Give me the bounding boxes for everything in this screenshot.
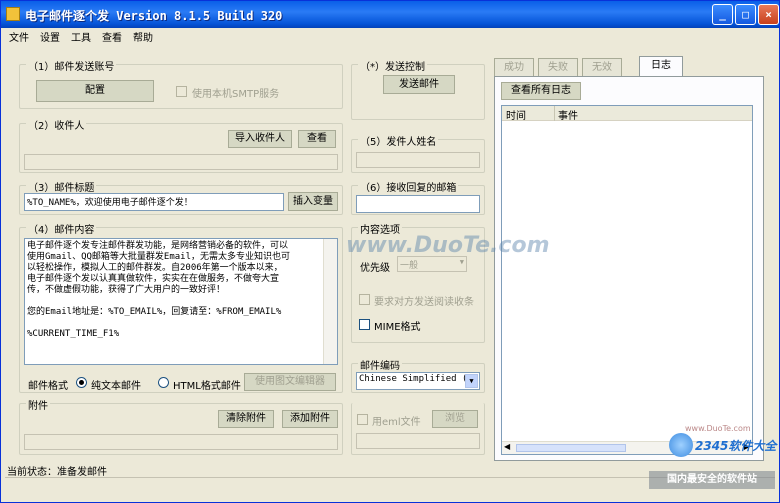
sender-name-legend: （5）发件人姓名 xyxy=(358,133,439,148)
insert-variable-button[interactable]: 插入变量 xyxy=(288,192,338,211)
close-button[interactable]: × xyxy=(758,4,779,25)
sender-name-group: （5）发件人姓名 xyxy=(351,133,485,173)
content-line xyxy=(27,296,321,307)
config-button[interactable]: 配置 xyxy=(36,80,154,102)
column-event[interactable]: 事件 xyxy=(558,107,578,122)
import-recipients-button[interactable]: 导入收件人 xyxy=(228,130,292,148)
use-local-smtp-label: 使用本机SMTP服务 xyxy=(192,89,280,100)
subject-legend: （3）邮件标题 xyxy=(26,179,97,194)
use-eml-label: 用eml文件 xyxy=(372,417,421,428)
subject-group: （3）邮件标题 %TO_NAME%，欢迎使用电子邮件逐个发！ 插入变量 xyxy=(19,179,343,215)
menu-view[interactable]: 查看 xyxy=(102,29,122,44)
menu-file[interactable]: 文件 xyxy=(9,29,29,44)
menu-settings[interactable]: 设置 xyxy=(40,29,60,44)
sender-name-input[interactable] xyxy=(356,152,480,168)
sender-account-group: （1）邮件发送账号 配置 使用本机SMTP服务 xyxy=(19,58,343,109)
content-line xyxy=(27,318,321,329)
watermark-center: www.DuoTe.com xyxy=(346,233,550,258)
content-line: 电子邮件逐个发以认真真做软件，实实在在做服务，不做夸大宣 xyxy=(27,274,280,284)
content-line: %CURRENT_TIME_F1% xyxy=(27,329,120,339)
log-list[interactable]: 时间 事件 ◀ ▶ xyxy=(501,105,753,455)
reply-to-legend: （6）接收回复的邮箱 xyxy=(358,179,459,194)
tab-success[interactable]: 成功 xyxy=(494,58,534,76)
app-icon xyxy=(6,7,20,21)
view-recipients-button[interactable]: 查看 xyxy=(298,130,336,148)
title-bar[interactable]: 电子邮件逐个发 Version 8.1.5 Build 320 _ □ × xyxy=(1,1,779,28)
tab-invalid[interactable]: 无效 xyxy=(582,58,622,76)
content-legend: （4）邮件内容 xyxy=(26,221,97,236)
attachments-field[interactable] xyxy=(24,434,338,450)
scroll-thumb[interactable] xyxy=(516,444,626,452)
encoding-group: 邮件编码 Chinese Simplified (G ▼ xyxy=(351,357,485,393)
recipients-legend: （2）收件人 xyxy=(26,117,87,132)
view-all-logs-button[interactable]: 查看所有日志 xyxy=(501,82,581,100)
priority-select[interactable]: 一般 ▼ xyxy=(397,256,467,272)
window-title: 电子邮件逐个发 Version 8.1.5 Build 320 xyxy=(25,9,283,23)
main-window: 电子邮件逐个发 Version 8.1.5 Build 320 _ □ × 文件… xyxy=(0,0,780,503)
watermark-brand: 2345软件大全 xyxy=(695,439,777,453)
recipients-field[interactable] xyxy=(24,154,338,170)
brand-logo-icon xyxy=(669,433,693,457)
plain-text-label: 纯文本邮件 xyxy=(91,381,141,392)
menu-help[interactable]: 帮助 xyxy=(133,29,153,44)
chevron-down-icon: ▼ xyxy=(459,258,464,266)
content-line: 电子邮件逐个发专注邮件群发功能，是网络营销必备的软件，可以 xyxy=(27,241,289,251)
encoding-select[interactable]: Chinese Simplified (G ▼ xyxy=(356,372,480,390)
content-line: 您的Email地址是：%TO_EMAIL%，回复请至：%FROM_EMAIL% xyxy=(27,307,282,317)
html-format-label: HTML格式邮件 xyxy=(173,381,241,392)
content-scrollbar[interactable] xyxy=(323,239,337,364)
sender-account-legend: （1）邮件发送账号 xyxy=(26,58,117,73)
mime-checkbox[interactable] xyxy=(359,319,370,330)
reply-to-group: （6）接收回复的邮箱 xyxy=(351,179,485,215)
scroll-left-icon[interactable]: ◀ xyxy=(504,442,510,451)
content-line: 使用Gmail、QQ邮箱等大批量群发Email，无需太多专业知识也可 xyxy=(27,252,291,262)
subject-input[interactable]: %TO_NAME%，欢迎使用电子邮件逐个发！ xyxy=(24,193,284,211)
encoding-value: Chinese Simplified (G xyxy=(359,374,473,384)
priority-value: 一般 xyxy=(400,261,419,271)
format-label: 邮件格式 xyxy=(28,381,68,392)
browse-button[interactable]: 浏览 xyxy=(432,410,478,428)
status-text: 当前状态：准备发邮件 xyxy=(7,467,107,478)
log-panel: 查看所有日志 时间 事件 ◀ ▶ xyxy=(494,76,764,461)
content-editor[interactable]: 电子邮件逐个发专注邮件群发功能，是网络营销必备的软件，可以 使用Gmail、QQ… xyxy=(24,238,338,365)
clear-attachments-button[interactable]: 清除附件 xyxy=(218,410,274,428)
attachments-group: 附件 清除附件 添加附件 xyxy=(19,397,343,455)
content-group: （4）邮件内容 电子邮件逐个发专注邮件群发功能，是网络营销必备的软件，可以 使用… xyxy=(19,221,343,393)
read-receipt-checkbox[interactable] xyxy=(359,294,370,305)
eml-path-field[interactable] xyxy=(356,433,480,449)
read-receipt-label: 要求对方发送阅读收条 xyxy=(374,297,474,308)
reply-to-input[interactable] xyxy=(356,195,480,213)
content-line: 传，不做虚假功能，获得了广大用户的一致好评！ xyxy=(27,285,226,295)
priority-label: 优先级 xyxy=(360,263,390,274)
attachments-legend: 附件 xyxy=(26,397,50,412)
content-line: 以轻松操作，模拟人工的邮件群发。自2006年第一个版本以来， xyxy=(27,263,283,273)
watermark-small: www.DuoTe.com xyxy=(685,424,751,433)
eml-group: 用eml文件 浏览 xyxy=(351,403,485,455)
watermark-slogan: 国内最安全的软件站 xyxy=(649,471,775,489)
send-control-group: （*）发送控制 发送邮件 xyxy=(351,58,485,120)
use-local-smtp-checkbox[interactable] xyxy=(176,86,187,97)
send-control-legend: （*）发送控制 xyxy=(358,58,427,73)
column-divider xyxy=(554,106,555,121)
log-list-header: 时间 事件 xyxy=(502,106,752,122)
plain-text-radio[interactable] xyxy=(76,377,87,388)
html-format-radio[interactable] xyxy=(158,377,169,388)
image-editor-button[interactable]: 使用图文编辑器 xyxy=(244,373,336,391)
menu-tools[interactable]: 工具 xyxy=(71,29,91,44)
recipients-group: （2）收件人 导入收件人 查看 xyxy=(19,117,343,173)
minimize-button[interactable]: _ xyxy=(712,4,733,25)
menu-bar: 文件 设置 工具 查看 帮助 xyxy=(1,28,779,45)
use-eml-checkbox[interactable] xyxy=(357,414,368,425)
tab-log[interactable]: 日志 xyxy=(639,56,683,76)
result-tabs: 成功 失败 无效 日志 xyxy=(494,56,764,76)
column-time[interactable]: 时间 xyxy=(506,107,526,122)
chevron-down-icon: ▼ xyxy=(465,374,478,388)
encoding-legend: 邮件编码 xyxy=(358,357,402,372)
maximize-button[interactable]: □ xyxy=(735,4,756,25)
tab-failed[interactable]: 失败 xyxy=(538,58,578,76)
add-attachment-button[interactable]: 添加附件 xyxy=(282,410,338,428)
send-mail-button[interactable]: 发送邮件 xyxy=(383,75,455,94)
mime-label: MIME格式 xyxy=(374,322,421,333)
